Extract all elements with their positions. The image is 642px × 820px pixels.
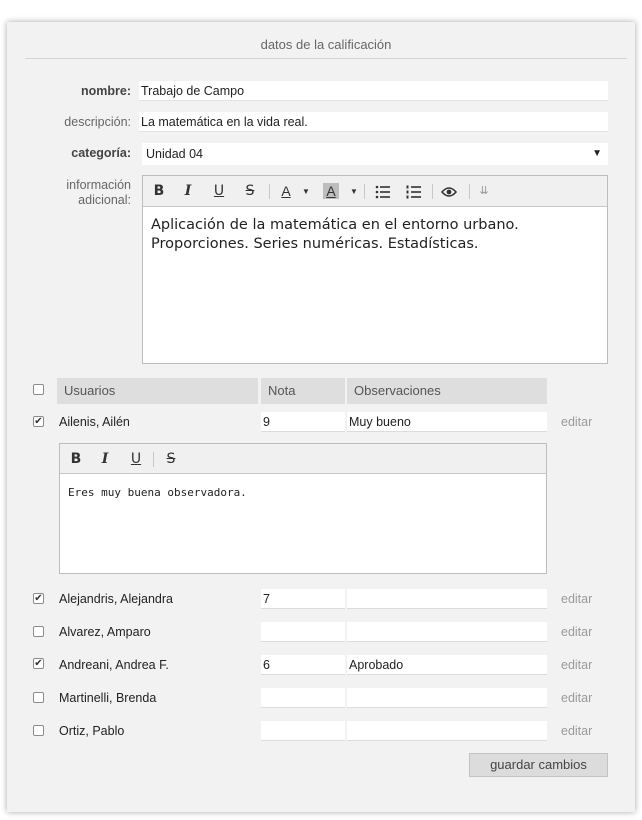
edit-link[interactable]: editar	[561, 415, 592, 429]
column-header-users: Usuarios	[57, 378, 258, 404]
grade-field[interactable]	[261, 688, 345, 708]
toolbar-divider	[432, 184, 433, 199]
student-name: Ortiz, Pablo	[59, 724, 125, 738]
row-checkbox[interactable]	[33, 692, 44, 703]
edit-link[interactable]: editar	[561, 724, 592, 738]
student-name: Andreani, Andrea F.	[59, 658, 169, 672]
info-editor-content[interactable]: Aplicación de la matemática en el entorn…	[151, 216, 599, 254]
highlight-letter: A	[323, 183, 339, 199]
edit-link[interactable]: editar	[561, 592, 592, 606]
underline-icon[interactable]: U	[209, 176, 229, 207]
italic-icon[interactable]: I	[178, 176, 198, 207]
comment-editor-toolbar: B I U S	[60, 444, 546, 474]
student-name: Alvarez, Amparo	[59, 625, 151, 639]
nombre-label: nombre:	[81, 84, 131, 98]
more-icon[interactable]: ⇊	[474, 176, 494, 207]
edit-link[interactable]: editar	[561, 691, 592, 705]
row-checkbox[interactable]: ✔	[33, 416, 44, 427]
edit-link[interactable]: editar	[561, 625, 592, 639]
info-text-line1: Aplicación de la matemática en el entorn…	[151, 217, 519, 233]
comment-editor[interactable]: B I U S Eres muy buena observadora.	[59, 443, 547, 574]
toolbar-divider	[364, 184, 365, 199]
dropdown-arrow-icon: ▼	[592, 148, 602, 159]
student-name: Ailenis, Ailén	[59, 415, 130, 429]
grade-field[interactable]: 7	[261, 589, 345, 609]
notes-field[interactable]	[347, 721, 547, 741]
notes-field[interactable]: Aprobado	[347, 655, 547, 675]
categoria-selected-value: Unidad 04	[146, 147, 203, 161]
row-checkbox[interactable]: ✔	[33, 593, 44, 604]
grade-form-panel: datos de la calificación nombre: Trabajo…	[7, 22, 635, 812]
underline-icon[interactable]: U	[126, 444, 146, 474]
info-text-line2: Proporciones. Series numéricas. Estadíst…	[151, 236, 479, 252]
descripcion-label: descripción:	[64, 115, 131, 129]
student-name: Martinelli, Brenda	[59, 691, 157, 705]
toolbar-divider	[153, 452, 154, 467]
toolbar-divider	[469, 184, 470, 199]
edit-link[interactable]: editar	[561, 658, 592, 672]
info-editor[interactable]: B I U S A ▼ A ▼ ⇊ Aplicación de la matem…	[142, 175, 608, 364]
grade-field[interactable]	[261, 721, 345, 741]
editor-toolbar: B I U S A ▼ A ▼ ⇊	[143, 176, 607, 207]
nombre-field[interactable]: Trabajo de Campo	[139, 81, 608, 101]
student-name: Alejandris, Alejandra	[59, 592, 173, 606]
panel-title: datos de la calificación	[25, 37, 627, 59]
bold-icon[interactable]: B	[149, 176, 169, 207]
chevron-down-icon[interactable]: ▼	[349, 176, 359, 207]
select-all-checkbox[interactable]	[33, 384, 44, 395]
info-label-line1: información	[66, 178, 131, 192]
info-label-line2: adicional:	[78, 193, 131, 207]
grade-field[interactable]: 6	[261, 655, 345, 675]
row-checkbox[interactable]	[33, 725, 44, 736]
notes-field[interactable]	[347, 622, 547, 642]
strikethrough-icon[interactable]: S	[240, 176, 260, 207]
preview-icon[interactable]	[439, 176, 459, 207]
column-header-notes: Observaciones	[347, 378, 547, 404]
row-checkbox[interactable]	[33, 626, 44, 637]
categoria-select[interactable]: Unidad 04 ▼	[142, 143, 608, 165]
save-changes-button[interactable]: guardar cambios	[469, 753, 608, 777]
highlight-icon[interactable]: A	[321, 176, 341, 207]
italic-icon[interactable]: I	[95, 444, 115, 474]
notes-field[interactable]: Muy bueno	[347, 412, 547, 432]
font-color-icon[interactable]: A	[276, 176, 296, 207]
grade-field[interactable]: 9	[261, 412, 345, 432]
bullet-list-icon[interactable]	[373, 176, 393, 207]
chevron-down-icon[interactable]: ▼	[301, 176, 311, 207]
strikethrough-icon[interactable]: S	[161, 444, 181, 474]
numbered-list-icon[interactable]	[404, 176, 424, 207]
toolbar-divider	[269, 184, 270, 199]
categoria-label: categoría:	[71, 146, 131, 160]
info-label: información adicional:	[7, 178, 131, 208]
column-header-grade: Nota	[261, 378, 345, 404]
notes-field[interactable]	[347, 589, 547, 609]
notes-field[interactable]	[347, 688, 547, 708]
row-checkbox[interactable]: ✔	[33, 658, 44, 669]
grade-field[interactable]	[261, 622, 345, 642]
comment-text[interactable]: Eres muy buena observadora.	[68, 486, 247, 499]
bold-icon[interactable]: B	[66, 444, 86, 474]
descripcion-field[interactable]: La matemática en la vida real.	[139, 112, 608, 132]
